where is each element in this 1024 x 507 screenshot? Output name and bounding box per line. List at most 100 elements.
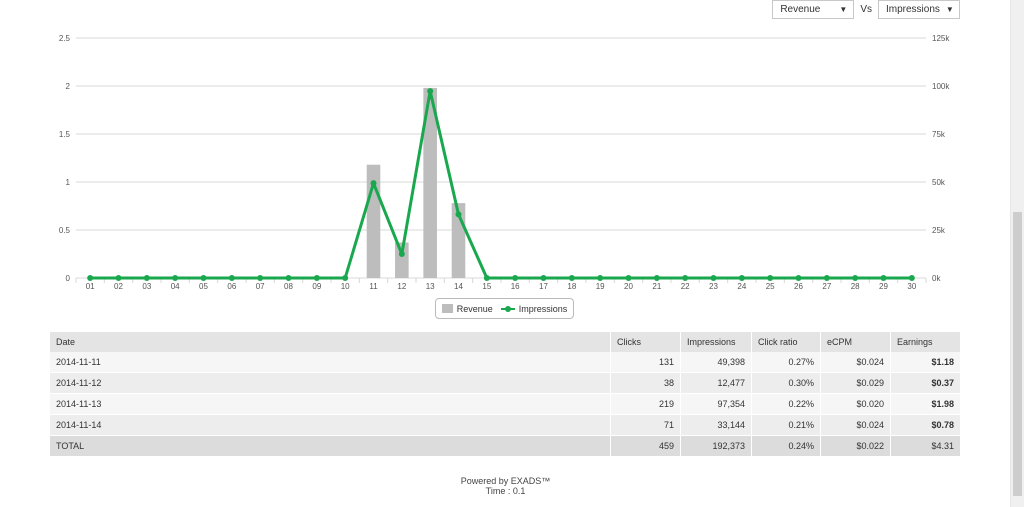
table-row: 2014-11-12 38 12,477 0.30% $0.029 $0.37	[50, 372, 961, 394]
cell-ecpm: $0.020	[820, 393, 891, 415]
cell-click-ratio: 0.27%	[751, 352, 821, 373]
impressions-point	[370, 180, 377, 187]
impressions-point	[87, 275, 94, 281]
x-tick-label: 10	[341, 282, 350, 291]
impressions-point	[115, 275, 122, 281]
x-tick-label: 11	[369, 282, 378, 291]
x-tick-label: 25	[766, 282, 775, 291]
impressions-point	[767, 275, 774, 281]
left-tick-label: 0	[66, 274, 71, 283]
legend-item-impressions[interactable]: Impressions	[500, 303, 568, 314]
cell-impressions: 49,398	[680, 352, 752, 373]
x-tick-label: 23	[709, 282, 718, 291]
impressions-line	[90, 89, 912, 280]
x-tick-label: 14	[454, 282, 463, 291]
cell-click-ratio: 0.22%	[751, 393, 821, 415]
col-header-impressions[interactable]: Impressions	[680, 332, 752, 352]
right-tick-label: 100k	[932, 82, 950, 91]
impressions-point	[908, 275, 915, 281]
x-tick-label: 04	[171, 282, 180, 291]
right-tick-label: 50k	[932, 178, 946, 187]
scrollbar-thumb[interactable]	[1013, 212, 1022, 496]
impressions-point	[455, 211, 462, 218]
table-row: 2014-11-13 219 97,354 0.22% $0.020 $1.98	[50, 393, 961, 415]
impressions-point	[710, 275, 717, 281]
right-tick-label: 75k	[932, 130, 946, 139]
left-tick-label: 2	[66, 82, 71, 91]
total-impressions: 192,373	[680, 435, 752, 457]
cell-clicks: 38	[610, 372, 681, 394]
right-tick-label: 25k	[932, 226, 946, 235]
total-label: TOTAL	[50, 435, 611, 457]
cell-clicks: 131	[610, 352, 681, 373]
cell-click-ratio: 0.21%	[751, 414, 821, 436]
cell-earnings: $1.98	[890, 393, 961, 415]
revenue-impressions-chart: 0 0.5 1 1.5 2 2.5 0k 25k 50k 75k 100k 125k 01 02 03 04 0…	[59, 34, 950, 291]
col-header-click-ratio[interactable]: Click ratio	[751, 332, 821, 352]
impressions-point	[880, 275, 887, 281]
x-tick-label: 28	[851, 282, 860, 291]
impressions-point	[738, 275, 745, 281]
vertical-scrollbar[interactable]	[1010, 0, 1024, 507]
x-tick-label: 09	[312, 282, 321, 291]
left-tick-label: 1.5	[59, 130, 71, 139]
x-tick-label: 03	[142, 282, 151, 291]
cell-impressions: 97,354	[680, 393, 752, 415]
impressions-point	[257, 275, 264, 281]
cell-earnings: $0.78	[890, 414, 961, 436]
left-tick-label: 1	[66, 178, 71, 187]
impressions-point	[852, 275, 859, 281]
legend-impressions-label: Impressions	[518, 303, 568, 314]
x-tick-label: 16	[511, 282, 520, 291]
impressions-point	[682, 275, 689, 281]
x-tick-label: 18	[567, 282, 576, 291]
total-earnings: $4.31	[890, 435, 961, 457]
col-header-earnings[interactable]: Earnings	[890, 332, 961, 352]
impressions-point	[625, 275, 632, 281]
cell-date: 2014-11-14	[50, 414, 611, 436]
x-tick-label: 22	[681, 282, 690, 291]
total-clicks: 459	[610, 435, 681, 457]
impressions-point	[540, 275, 547, 281]
table-row: 2014-11-14 71 33,144 0.21% $0.024 $0.78	[50, 414, 961, 436]
footer: Powered by EXADS™ Time : 0.1	[0, 476, 1011, 496]
impressions-point	[172, 275, 179, 281]
impressions-point	[200, 275, 207, 281]
cell-date: 2014-11-11	[50, 352, 611, 373]
stats-table: Date Clicks Impressions Click ratio eCPM…	[50, 332, 961, 457]
impressions-point	[597, 275, 604, 281]
legend-item-revenue[interactable]: Revenue	[441, 304, 493, 314]
col-header-ecpm[interactable]: eCPM	[820, 332, 891, 352]
impressions-point	[228, 275, 235, 281]
x-tick-label: 27	[822, 282, 831, 291]
cell-earnings: $0.37	[890, 372, 961, 394]
cell-clicks: 219	[610, 393, 681, 415]
x-tick-label: 17	[539, 282, 548, 291]
x-tick-label: 01	[86, 282, 95, 291]
x-tick-label: 15	[482, 282, 491, 291]
impressions-point	[143, 275, 150, 281]
impressions-point	[483, 275, 490, 281]
cell-ecpm: $0.029	[820, 372, 891, 394]
x-tick-label: 08	[284, 282, 293, 291]
impressions-point	[398, 251, 405, 258]
left-tick-label: 2.5	[59, 34, 71, 43]
x-tick-label: 19	[596, 282, 605, 291]
chart-legend: Revenue Impressions	[435, 298, 574, 319]
impressions-point	[512, 275, 519, 281]
x-tick-label: 07	[256, 282, 265, 291]
impressions-point	[313, 275, 320, 281]
impressions-point	[795, 275, 802, 281]
x-tick-label: 13	[426, 282, 435, 291]
table-header-row: Date Clicks Impressions Click ratio eCPM…	[50, 332, 961, 352]
col-header-date[interactable]: Date	[50, 332, 611, 352]
x-tick-label: 26	[794, 282, 803, 291]
x-tick-label: 20	[624, 282, 633, 291]
x-tick-label: 29	[879, 282, 888, 291]
powered-by-text: Powered by EXADS™	[460, 476, 551, 486]
col-header-clicks[interactable]: Clicks	[610, 332, 681, 352]
x-tick-label: 21	[652, 282, 661, 291]
x-tick-label: 06	[227, 282, 236, 291]
x-tick-label: 05	[199, 282, 208, 291]
x-tick-label: 02	[114, 282, 123, 291]
